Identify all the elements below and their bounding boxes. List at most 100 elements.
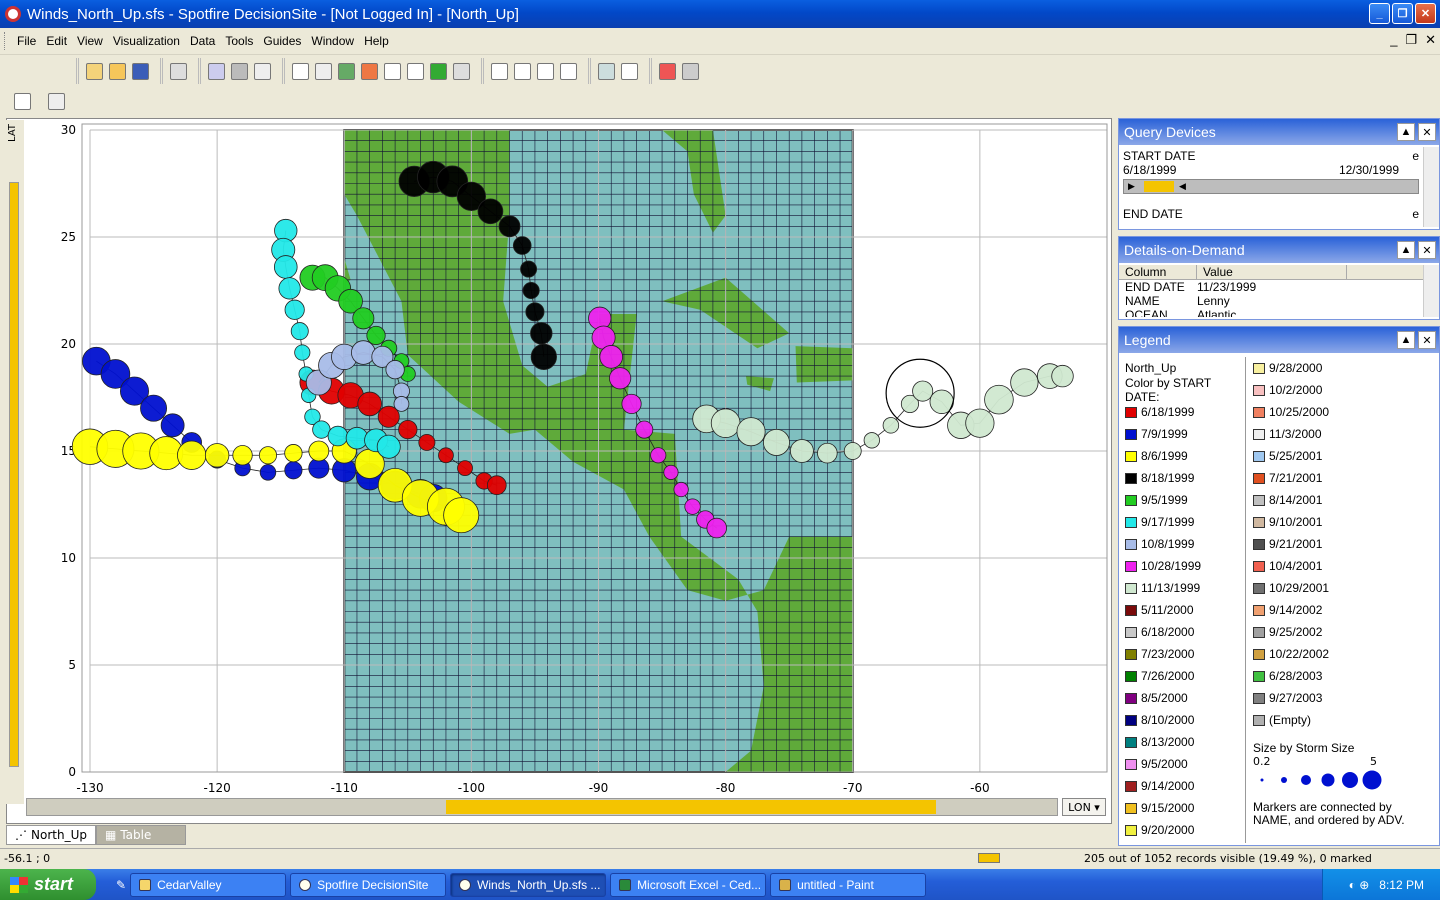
legend-label: 9/27/2003 bbox=[1269, 691, 1323, 705]
size-marker bbox=[1260, 778, 1264, 782]
storm-marker bbox=[736, 417, 766, 447]
legend-item[interactable]: 8/18/1999 bbox=[1125, 467, 1245, 489]
x-axis-selector[interactable]: LON ▾ bbox=[1062, 798, 1106, 816]
legend-item[interactable]: 10/22/2002 bbox=[1253, 643, 1433, 665]
storm-marker bbox=[351, 340, 376, 365]
collapse-button[interactable]: ▲ bbox=[1397, 123, 1415, 141]
task-label: Winds_North_Up.sfs ... bbox=[477, 877, 601, 892]
query-flag: e bbox=[1412, 207, 1419, 221]
collapse-button[interactable]: ▲ bbox=[1397, 331, 1415, 349]
storm-marker bbox=[366, 325, 386, 346]
legend-item[interactable]: 8/13/2000 bbox=[1125, 731, 1245, 753]
collapse-button[interactable]: ▲ bbox=[1397, 241, 1415, 259]
taskbar-item-spotfire[interactable]: Spotfire DecisionSite bbox=[290, 872, 447, 897]
query-scrollbar[interactable] bbox=[1423, 147, 1439, 227]
legend-item[interactable]: (Empty) bbox=[1253, 709, 1433, 731]
legend-label: 10/4/2001 bbox=[1269, 559, 1323, 573]
legend-item[interactable]: 10/29/2001 bbox=[1253, 577, 1433, 599]
windows-logo-icon bbox=[10, 876, 28, 893]
y-tick-label: 0 bbox=[68, 765, 76, 779]
taskbar-item-cedarvalley[interactable]: CedarValley bbox=[130, 872, 287, 897]
legend-item[interactable]: 8/5/2000 bbox=[1125, 687, 1245, 709]
value-header[interactable]: Value bbox=[1197, 265, 1347, 279]
legend-swatch bbox=[1125, 604, 1137, 616]
legend-item[interactable]: 7/26/2000 bbox=[1125, 665, 1245, 687]
range-slider-fill[interactable] bbox=[1144, 181, 1174, 192]
legend-swatch bbox=[1125, 692, 1137, 704]
tab-north-up[interactable]: ⋰ North_Up bbox=[6, 825, 96, 845]
legend-item[interactable]: 6/28/2003 bbox=[1253, 665, 1433, 687]
legend-item[interactable]: 9/27/2003 bbox=[1253, 687, 1433, 709]
close-panel-button[interactable]: ✕ bbox=[1418, 331, 1436, 349]
legend-item[interactable]: 9/14/2000 bbox=[1125, 775, 1245, 797]
legend-swatch bbox=[1125, 714, 1137, 726]
legend-item[interactable]: 7/23/2000 bbox=[1125, 643, 1245, 665]
legend-item[interactable]: 9/10/2001 bbox=[1253, 511, 1433, 533]
x-range-slider[interactable] bbox=[446, 800, 936, 814]
legend-item[interactable]: 9/5/1999 bbox=[1125, 489, 1245, 511]
legend-label: 9/20/2000 bbox=[1141, 823, 1195, 837]
storm-marker bbox=[520, 260, 538, 278]
network-icon[interactable]: ◐ ⊕ bbox=[1349, 878, 1370, 892]
legend-item[interactable]: 10/28/1999 bbox=[1125, 555, 1245, 577]
legend-item[interactable]: 9/14/2002 bbox=[1253, 599, 1433, 621]
legend-item[interactable]: 11/13/1999 bbox=[1125, 577, 1245, 599]
legend-item[interactable]: 9/21/2001 bbox=[1253, 533, 1433, 555]
legend-label: 9/14/2002 bbox=[1269, 603, 1323, 617]
legend-color-by[interactable]: Color by START DATE: bbox=[1125, 376, 1245, 404]
storm-marker bbox=[817, 442, 838, 464]
legend-swatch bbox=[1125, 802, 1137, 814]
legend-item[interactable]: 9/5/2000 bbox=[1125, 753, 1245, 775]
quick-launch-icon[interactable]: ✎ bbox=[116, 878, 126, 892]
storm-marker bbox=[522, 281, 540, 300]
legend-item[interactable]: 9/15/2000 bbox=[1125, 797, 1245, 819]
legend-item[interactable]: 5/11/2000 bbox=[1125, 599, 1245, 621]
legend-item[interactable]: 10/25/2000 bbox=[1253, 401, 1433, 423]
close-panel-button[interactable]: ✕ bbox=[1418, 123, 1436, 141]
details-scrollbar[interactable] bbox=[1423, 265, 1439, 317]
taskbar-item-paint[interactable]: untitled - Paint bbox=[770, 872, 927, 897]
size-max: 5 bbox=[1370, 755, 1377, 768]
legend-item[interactable]: 9/17/1999 bbox=[1125, 511, 1245, 533]
query-min: 6/18/1999 bbox=[1123, 163, 1177, 177]
tab-table[interactable]: ▦ Table bbox=[95, 825, 186, 845]
view-tabs: ⋰ North_Up ▦ Table bbox=[6, 825, 186, 845]
legend-label: 6/28/2003 bbox=[1269, 669, 1323, 683]
range-slider[interactable]: ▶ ◀ bbox=[1123, 179, 1419, 194]
x-tick-label: -70 bbox=[843, 781, 863, 795]
legend-item[interactable]: 10/4/2001 bbox=[1253, 555, 1433, 577]
slider-right-handle[interactable]: ◀ bbox=[1179, 181, 1186, 192]
details-column: NAME bbox=[1125, 294, 1160, 308]
size-by-label[interactable]: Size by Storm Size bbox=[1253, 741, 1433, 755]
excel-icon bbox=[619, 878, 632, 891]
close-panel-button[interactable]: ✕ bbox=[1418, 241, 1436, 259]
legend-item[interactable]: 9/28/2000 bbox=[1253, 357, 1433, 379]
legend-item[interactable]: 7/9/1999 bbox=[1125, 423, 1245, 445]
taskbar-item-excel[interactable]: Microsoft Excel - Ced... bbox=[610, 872, 767, 897]
legend-item[interactable]: 10/8/1999 bbox=[1125, 533, 1245, 555]
legend-swatch bbox=[1125, 758, 1137, 770]
legend-item[interactable]: 8/6/1999 bbox=[1125, 445, 1245, 467]
legend-item[interactable]: 8/10/2000 bbox=[1125, 709, 1245, 731]
legend-item[interactable]: 9/20/2000 bbox=[1125, 819, 1245, 841]
slider-left-handle[interactable]: ▶ bbox=[1128, 181, 1135, 192]
legend-item[interactable]: 10/2/2000 bbox=[1253, 379, 1433, 401]
legend-left-column: North_Up Color by START DATE: 6/18/1999 7… bbox=[1125, 357, 1245, 841]
legend-item[interactable]: 6/18/2000 bbox=[1125, 621, 1245, 643]
storm-marker bbox=[530, 322, 553, 345]
taskbar-item-winds[interactable]: Winds_North_Up.sfs ... bbox=[450, 872, 607, 897]
column-header[interactable]: Column bbox=[1119, 265, 1197, 279]
details-header-row: Column Value bbox=[1119, 265, 1423, 280]
legend-item[interactable]: 11/3/2000 bbox=[1253, 423, 1433, 445]
legend-swatch bbox=[1125, 670, 1137, 682]
legend-item[interactable]: 9/25/2002 bbox=[1253, 621, 1433, 643]
legend-item[interactable]: 5/25/2001 bbox=[1253, 445, 1433, 467]
legend-item[interactable]: 6/18/1999 bbox=[1125, 401, 1245, 423]
storm-marker bbox=[530, 343, 557, 370]
legend-item[interactable]: 8/14/2001 bbox=[1253, 489, 1433, 511]
task-label: CedarValley bbox=[157, 877, 222, 892]
legend-swatch bbox=[1125, 472, 1137, 484]
storm-marker bbox=[706, 517, 727, 539]
legend-item[interactable]: 7/21/2001 bbox=[1253, 467, 1433, 489]
start-button[interactable]: start bbox=[0, 869, 96, 900]
